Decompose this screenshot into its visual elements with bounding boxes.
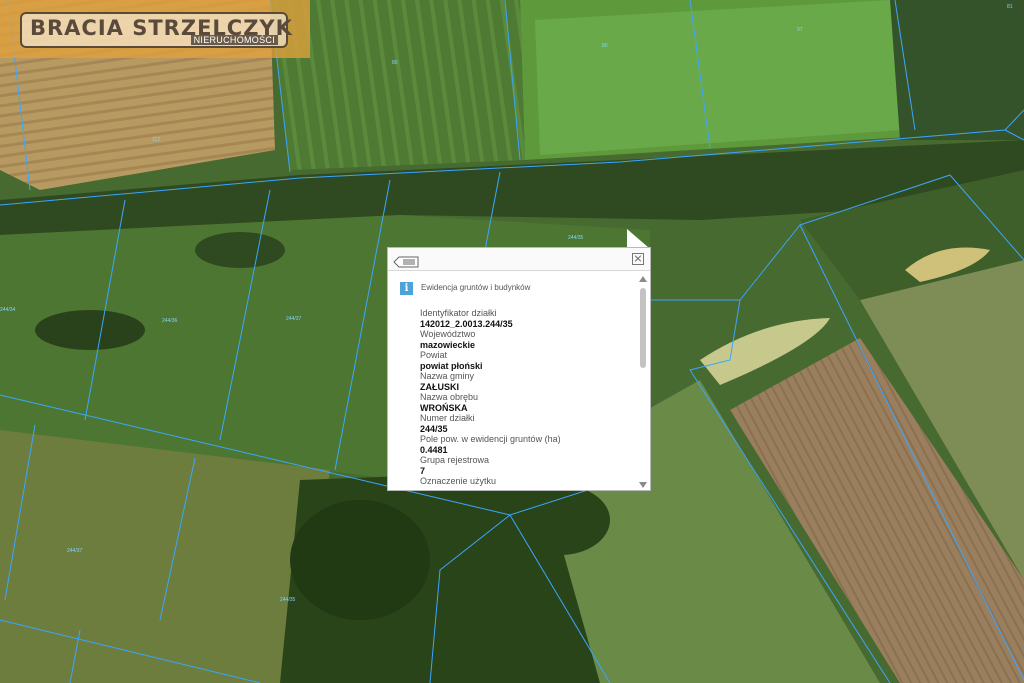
field-label: Identyfikator działki bbox=[420, 308, 497, 318]
logo-subtitle: NIERUCHOMOŚCI bbox=[190, 35, 278, 45]
parcel-label: 244/36 bbox=[162, 318, 178, 324]
field-label: Powiat bbox=[420, 350, 448, 360]
field-value: 0.4481 bbox=[420, 444, 448, 455]
layer-title: Ewidencja gruntów i budynków bbox=[421, 283, 531, 292]
close-icon[interactable] bbox=[632, 253, 644, 265]
parcel-label: 244/37 bbox=[286, 316, 302, 322]
popup-scrollbar[interactable] bbox=[639, 276, 647, 488]
parcel-label: 80 bbox=[602, 43, 608, 49]
list-icon[interactable] bbox=[393, 253, 419, 268]
woodland-right bbox=[890, 0, 1024, 140]
tree-cluster-3 bbox=[290, 500, 430, 620]
field-label: Województwo bbox=[420, 329, 476, 339]
feature-info-popup: i Ewidencja gruntów i budynków Identyfik… bbox=[387, 247, 651, 491]
attribute-list[interactable]: Identyfikator działki 142012_2.0013.244/3… bbox=[420, 308, 630, 488]
tree-cluster-4 bbox=[510, 485, 610, 555]
parcel-label: 244/35 bbox=[280, 597, 296, 603]
field-value: ZAŁUSKI bbox=[420, 381, 459, 392]
field-label: Pole pow. w ewidencji gruntów (ha) bbox=[420, 434, 561, 444]
field-label: Nazwa gminy bbox=[420, 371, 475, 381]
tree-cluster-1 bbox=[35, 310, 145, 350]
logo-watermark: BRACIA STRZELCZYK NIERUCHOMOŚCI bbox=[0, 0, 310, 58]
field-label: Grupa rejestrowa bbox=[420, 455, 490, 465]
parcel-label: 112 bbox=[152, 137, 160, 143]
parcel-label: 244/35 bbox=[568, 235, 584, 241]
field-value: 142012_2.0013.244/35 bbox=[420, 318, 513, 329]
field-label: Oznaczenie użytku bbox=[420, 476, 497, 486]
logo-frame: BRACIA STRZELCZYK NIERUCHOMOŚCI bbox=[20, 12, 292, 48]
field-value: WROŃSKA bbox=[420, 402, 468, 413]
field-lower-left bbox=[0, 430, 330, 683]
popup-toolbar bbox=[388, 248, 650, 271]
scroll-thumb[interactable] bbox=[640, 288, 646, 368]
popup-pointer bbox=[627, 229, 649, 248]
parcel-label: 80 bbox=[392, 60, 398, 66]
tree-cluster-2 bbox=[195, 232, 285, 268]
parcel-label: 244/37 bbox=[67, 548, 83, 554]
field-value: mazowieckie bbox=[420, 339, 476, 350]
scroll-down-icon[interactable] bbox=[639, 482, 647, 488]
scroll-up-icon[interactable] bbox=[639, 276, 647, 282]
field-value: 244/35 bbox=[420, 423, 448, 434]
field-label: Numer działki bbox=[420, 413, 475, 423]
field-label: Nazwa obrębu bbox=[420, 392, 479, 402]
parcel-label: 97 bbox=[797, 27, 803, 33]
field-value: 7 bbox=[420, 465, 426, 476]
parcel-label: 244/34 bbox=[0, 307, 16, 313]
parcel-label: 81 bbox=[1007, 4, 1013, 10]
field-value: powiat płoński bbox=[420, 360, 483, 371]
field-meadow-bright bbox=[535, 0, 900, 155]
info-icon: i bbox=[400, 282, 413, 295]
